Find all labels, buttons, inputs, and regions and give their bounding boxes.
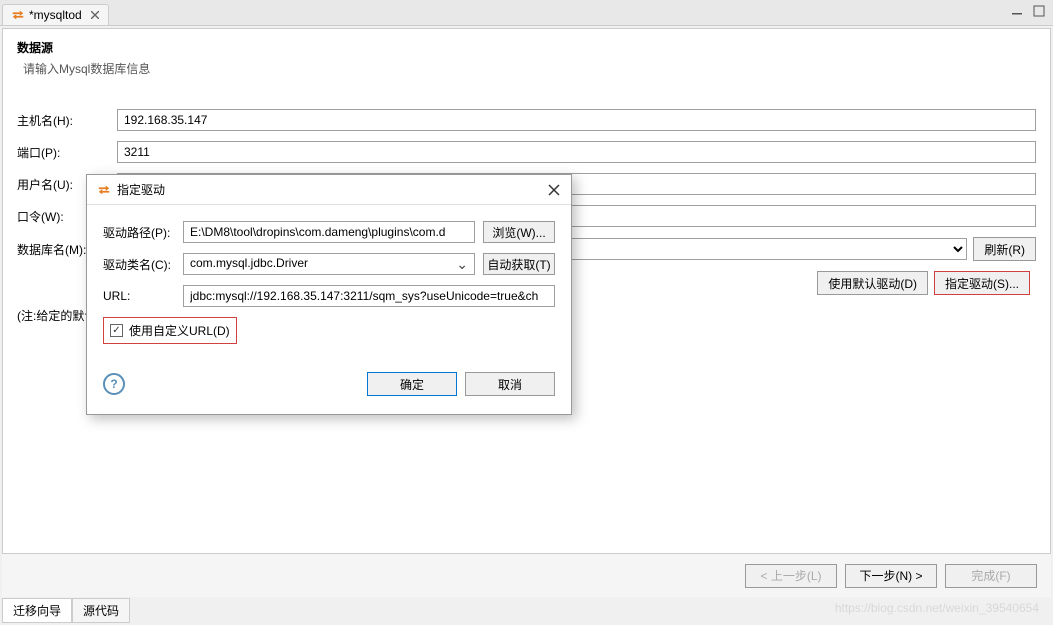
tab-source-code[interactable]: 源代码 (72, 598, 130, 623)
finish-button[interactable]: 完成(F) (945, 564, 1037, 588)
dialog-titlebar: 指定驱动 (87, 175, 571, 205)
specify-driver-button[interactable]: 指定驱动(S)... (934, 271, 1030, 295)
bottom-tabs: 迁移向导 源代码 (2, 598, 130, 623)
url-label: URL: (103, 289, 175, 303)
row-driver-path: 驱动路径(P): 浏览(W)... (103, 221, 555, 243)
browse-button[interactable]: 浏览(W)... (483, 221, 555, 243)
host-label: 主机名(H): (17, 112, 117, 129)
driver-path-input[interactable] (183, 221, 475, 243)
custom-url-checkbox-row[interactable]: 使用自定义URL(D) (103, 317, 237, 344)
title-section: 数据源 请输入Mysql数据库信息 (17, 39, 1036, 77)
row-host: 主机名(H): (17, 109, 1036, 131)
row-url: URL: (103, 285, 555, 307)
page-subtitle: 请输入Mysql数据库信息 (17, 60, 1036, 77)
swap-icon (11, 8, 25, 22)
window-controls (1009, 4, 1047, 18)
dialog-close-button[interactable] (545, 181, 563, 199)
driver-class-label: 驱动类名(C): (103, 256, 175, 273)
prev-button[interactable]: < 上一步(L) (745, 564, 837, 588)
help-icon[interactable]: ? (103, 373, 125, 395)
row-port: 端口(P): (17, 141, 1036, 163)
url-input[interactable] (183, 285, 555, 307)
cancel-button[interactable]: 取消 (465, 372, 555, 396)
specify-driver-dialog: 指定驱动 驱动路径(P): 浏览(W)... 驱动类名(C): com.mysq… (86, 174, 572, 415)
next-button[interactable]: 下一步(N) > (845, 564, 937, 588)
refresh-button[interactable]: 刷新(R) (973, 237, 1036, 261)
dialog-body: 驱动路径(P): 浏览(W)... 驱动类名(C): com.mysql.jdb… (87, 205, 571, 360)
row-driver-class: 驱动类名(C): com.mysql.jdbc.Driver 自动获取(T) (103, 253, 555, 275)
page-title: 数据源 (17, 39, 1036, 56)
ok-button[interactable]: 确定 (367, 372, 457, 396)
tab-title: *mysqltod (29, 8, 82, 22)
auto-get-button[interactable]: 自动获取(T) (483, 253, 555, 275)
host-input[interactable] (117, 109, 1036, 131)
custom-url-label: 使用自定义URL(D) (129, 322, 230, 339)
driver-path-label: 驱动路径(P): (103, 224, 175, 241)
maximize-icon[interactable] (1031, 4, 1047, 18)
port-label: 端口(P): (17, 144, 117, 161)
driver-class-value: com.mysql.jdbc.Driver (190, 256, 308, 270)
driver-class-select[interactable]: com.mysql.jdbc.Driver (183, 253, 475, 275)
close-icon[interactable] (90, 10, 100, 20)
default-driver-button[interactable]: 使用默认驱动(D) (817, 271, 928, 295)
swap-icon (97, 183, 111, 197)
checkbox-icon[interactable] (110, 324, 123, 337)
minimize-icon[interactable] (1009, 4, 1025, 18)
dialog-title: 指定驱动 (117, 181, 165, 198)
tab-mysqltod[interactable]: *mysqltod (2, 4, 109, 25)
wizard-bar: < 上一步(L) 下一步(N) > 完成(F) (2, 553, 1051, 597)
watermark: https://blog.csdn.net/weixin_39540654 (835, 601, 1039, 615)
tab-migration-wizard[interactable]: 迁移向导 (2, 598, 72, 623)
port-input[interactable] (117, 141, 1036, 163)
dialog-footer: ? 确定 取消 (87, 360, 571, 414)
tab-bar: *mysqltod (0, 0, 1053, 26)
